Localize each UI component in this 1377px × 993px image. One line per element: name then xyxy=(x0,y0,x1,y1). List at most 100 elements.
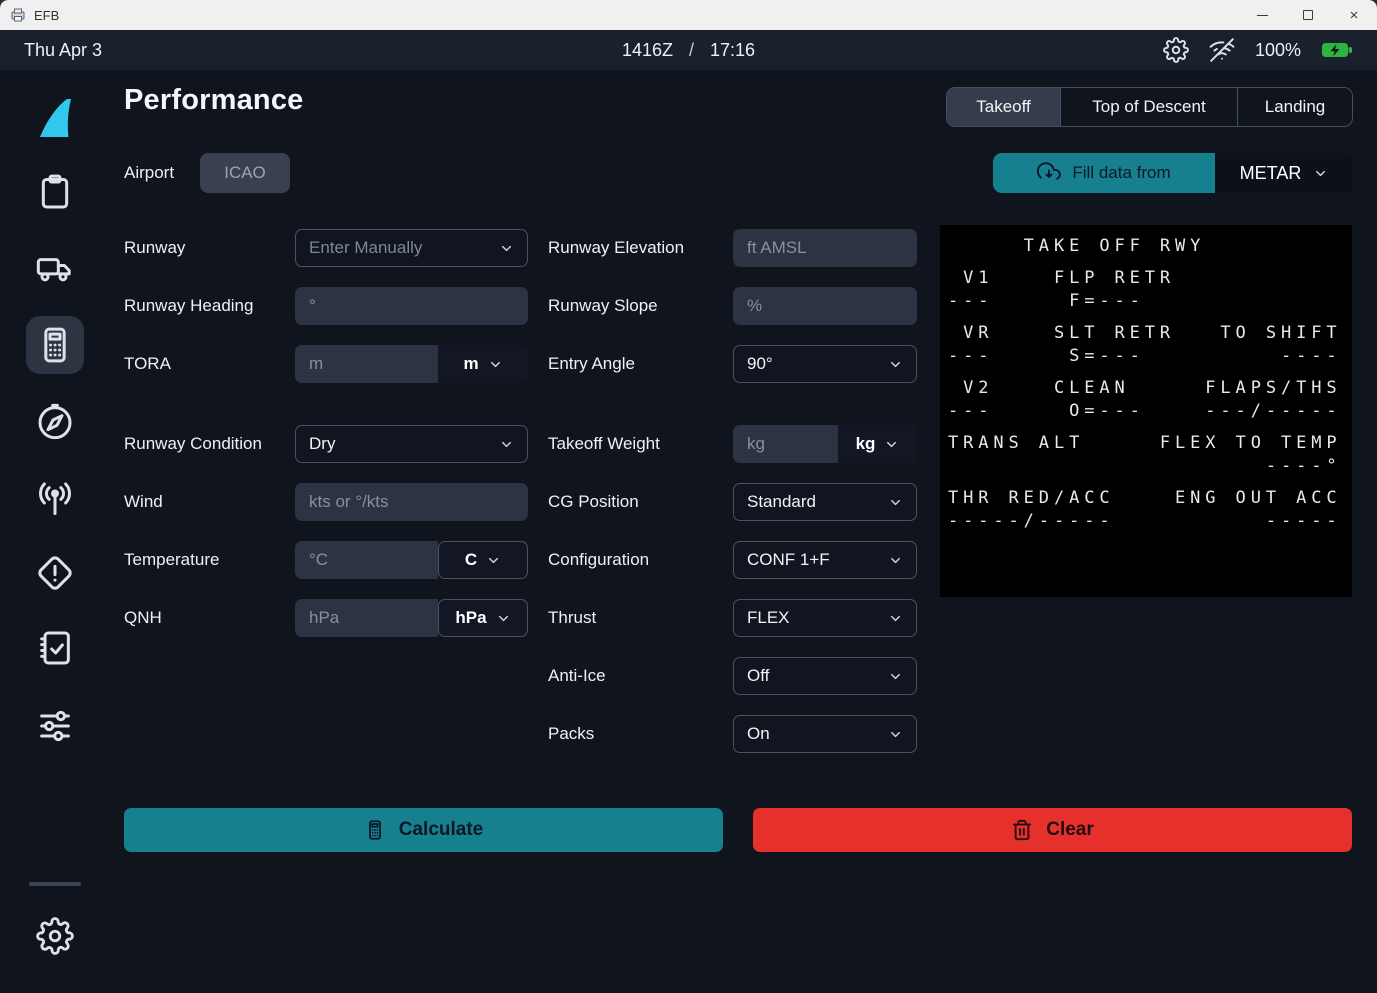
fill-source-value: METAR xyxy=(1240,163,1302,184)
chevron-down-icon xyxy=(496,611,511,626)
mcdu-line: VR SLT RETR TO SHIFT xyxy=(948,322,1352,345)
minimize-button[interactable] xyxy=(1239,0,1285,30)
runway-slope-input[interactable] xyxy=(733,287,917,325)
chevron-down-icon xyxy=(888,727,903,742)
packs-select[interactable]: On xyxy=(733,715,917,753)
tora-unit-value: m xyxy=(463,354,478,374)
qnh-unit-dropdown[interactable]: hPa xyxy=(438,599,528,637)
trash-icon xyxy=(1011,819,1033,841)
maximize-button[interactable] xyxy=(1285,0,1331,30)
sliders-icon xyxy=(35,706,75,746)
minimize-icon xyxy=(1257,15,1268,16)
airline-tail-logo-icon xyxy=(33,95,77,141)
mcdu-line: THR RED/ACC ENG OUT ACC xyxy=(948,487,1352,510)
close-icon: × xyxy=(1350,8,1359,23)
qnh-field: hPa xyxy=(295,599,528,637)
tora-field: m xyxy=(295,345,528,383)
chevron-down-icon xyxy=(1313,166,1328,181)
wind-field xyxy=(295,483,528,521)
clear-button[interactable]: Clear xyxy=(753,808,1352,852)
runway-slope-field xyxy=(733,287,917,325)
page-title: Performance xyxy=(124,84,304,117)
sidebar-item-settings[interactable] xyxy=(36,917,74,955)
fill-data-button[interactable]: Fill data from xyxy=(993,153,1215,193)
thrust-label: Thrust xyxy=(548,599,596,637)
sidebar-item-navigation[interactable] xyxy=(35,401,75,441)
close-button[interactable]: × xyxy=(1331,0,1377,30)
chevron-down-icon xyxy=(488,357,503,372)
qnh-input[interactable] xyxy=(295,599,438,637)
anti-ice-value: Off xyxy=(747,666,769,686)
chevron-down-icon xyxy=(888,611,903,626)
truck-icon xyxy=(35,248,75,288)
runway-slope-label: Runway Slope xyxy=(548,287,658,325)
fill-source-dropdown[interactable]: METAR xyxy=(1215,153,1353,193)
calculate-button[interactable]: Calculate xyxy=(124,808,723,852)
runway-condition-value: Dry xyxy=(309,434,335,454)
configuration-label: Configuration xyxy=(548,541,649,579)
temperature-unit-dropdown[interactable]: C xyxy=(438,541,528,579)
qnh-unit-value: hPa xyxy=(455,608,486,628)
chevron-down-icon xyxy=(884,437,899,452)
mcdu-line: V2 CLEAN FLAPS/THS xyxy=(948,377,1352,400)
takeoff-weight-field: kg xyxy=(733,425,917,463)
thrust-value: FLEX xyxy=(747,608,790,628)
mcdu-takeoff-preview: TAKE OFF RWY V1 FLP RETR --- F=--- VR SL… xyxy=(940,225,1352,597)
wind-input[interactable] xyxy=(295,483,528,521)
sidebar-item-presets[interactable] xyxy=(35,706,75,746)
airport-label: Airport xyxy=(124,153,174,193)
runway-elevation-field xyxy=(733,229,917,267)
cg-position-select[interactable]: Standard xyxy=(733,483,917,521)
chevron-down-icon xyxy=(888,495,903,510)
mcdu-line: V1 FLP RETR xyxy=(948,267,1352,290)
tora-unit-dropdown[interactable]: m xyxy=(438,345,528,383)
tab-takeoff[interactable]: Takeoff xyxy=(947,88,1060,126)
chevron-down-icon xyxy=(486,553,501,568)
airport-icao-input[interactable] xyxy=(200,153,290,193)
runway-elevation-label: Runway Elevation xyxy=(548,229,684,267)
runway-condition-select[interactable]: Dry xyxy=(295,425,528,463)
sidebar-item-atc[interactable] xyxy=(35,481,75,521)
fill-data-control: Fill data from METAR xyxy=(993,153,1353,193)
runway-elevation-input[interactable] xyxy=(733,229,917,267)
thrust-select[interactable]: FLEX xyxy=(733,599,917,637)
sidebar-item-failures[interactable] xyxy=(35,553,75,593)
entry-angle-label: Entry Angle xyxy=(548,345,635,383)
mcdu-line: TAKE OFF RWY xyxy=(948,235,1352,258)
clear-label: Clear xyxy=(1046,819,1094,841)
tab-top-of-descent[interactable]: Top of Descent xyxy=(1060,88,1237,126)
runway-heading-input[interactable] xyxy=(295,287,528,325)
window-title: EFB xyxy=(34,8,59,23)
takeoff-weight-unit-dropdown[interactable]: kg xyxy=(838,425,917,463)
takeoff-weight-input[interactable] xyxy=(733,425,838,463)
tora-input[interactable] xyxy=(295,345,438,383)
configuration-select[interactable]: CONF 1+F xyxy=(733,541,917,579)
runway-heading-label: Runway Heading xyxy=(124,287,253,325)
packs-value: On xyxy=(747,724,770,744)
temperature-input[interactable] xyxy=(295,541,438,579)
takeoff-weight-unit-value: kg xyxy=(856,434,876,454)
sidebar-divider xyxy=(29,882,81,886)
clock-separator: / xyxy=(689,40,694,61)
entry-angle-select[interactable]: 90° xyxy=(733,345,917,383)
performance-tabs: Takeoff Top of Descent Landing xyxy=(946,87,1353,127)
calculate-label: Calculate xyxy=(399,819,483,841)
tora-label: TORA xyxy=(124,345,171,383)
sidebar-item-performance[interactable] xyxy=(26,316,84,374)
runway-label: Runway xyxy=(124,229,185,267)
tab-landing[interactable]: Landing xyxy=(1237,88,1352,126)
mcdu-line: --- F=--- xyxy=(948,290,1352,313)
cg-position-label: CG Position xyxy=(548,483,639,521)
local-time: 17:16 xyxy=(710,40,755,61)
sidebar-item-dispatch[interactable] xyxy=(35,172,75,212)
configuration-value: CONF 1+F xyxy=(747,550,830,570)
mcdu-line: ----° xyxy=(948,455,1352,478)
statusbar-clock: 1416Z / 17:16 xyxy=(0,40,1377,61)
calculator-icon xyxy=(35,325,75,365)
runway-select[interactable]: Enter Manually xyxy=(295,229,528,267)
anti-ice-select[interactable]: Off xyxy=(733,657,917,695)
sidebar-item-dashboard[interactable] xyxy=(33,95,77,141)
sidebar-item-checklists[interactable] xyxy=(35,628,75,668)
takeoff-weight-label: Takeoff Weight xyxy=(548,425,660,463)
sidebar-item-ground[interactable] xyxy=(35,248,75,288)
